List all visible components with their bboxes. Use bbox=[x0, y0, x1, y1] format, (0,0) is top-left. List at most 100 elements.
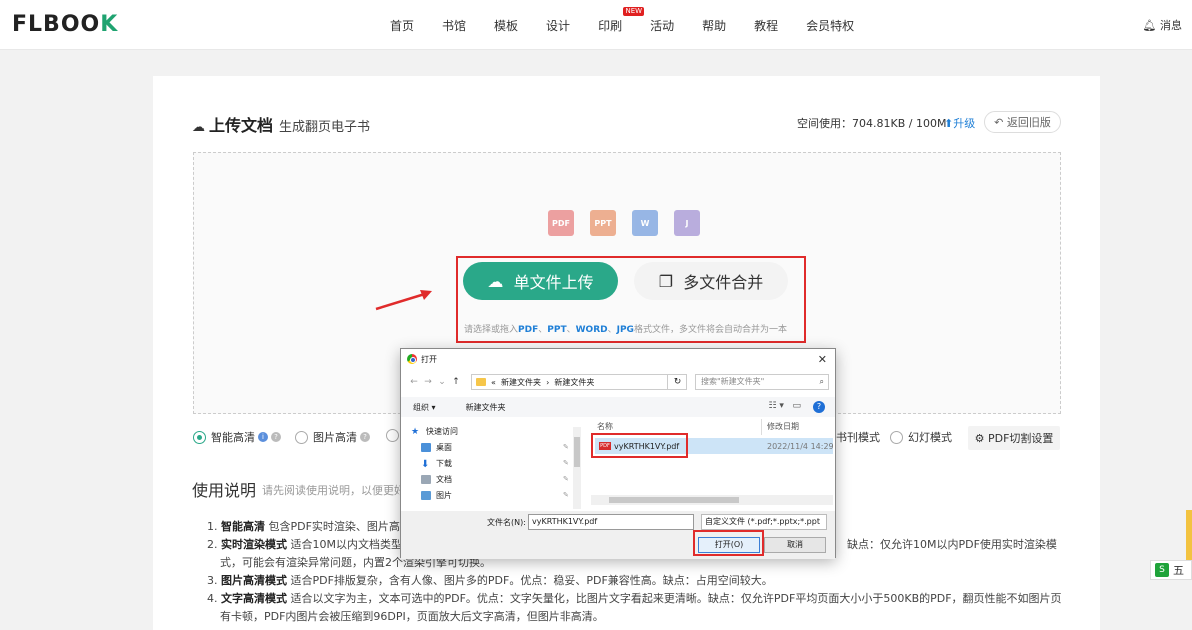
cancel-button[interactable]: 取消 bbox=[764, 537, 826, 553]
nav-documents[interactable]: 文档 ✎ bbox=[411, 471, 581, 487]
upload-hint: 请选择或拖入PDF、PPT、WORD、JPG格式文件，多文件将会自动合并为一本 bbox=[464, 325, 787, 335]
red-arrow-icon bbox=[375, 290, 432, 311]
main-nav: 首页 书馆 模板 设计 印刷 NEW 活动 帮助 教程 会员特权 bbox=[390, 0, 882, 50]
column-divider bbox=[761, 419, 762, 435]
nav-design[interactable]: 设计 bbox=[546, 17, 570, 34]
nav-home[interactable]: 首页 bbox=[390, 17, 414, 34]
jpg-icon: J bbox=[674, 210, 700, 236]
multi-merge-button[interactable]: ❐ 多文件合并 bbox=[634, 262, 788, 300]
nav-templates[interactable]: 模板 bbox=[494, 17, 518, 34]
info-icon: i bbox=[258, 432, 268, 442]
mode-smart[interactable]: 智能高清 i? bbox=[193, 429, 281, 445]
nav-membership[interactable]: 会员特权 bbox=[806, 17, 854, 34]
address-bar: ← → ⌄ ↑ « 新建文件夹 › 新建文件夹 ↻ 搜索"新建文件夹" ⌕ bbox=[401, 371, 835, 393]
dialog-titlebar: 打开 ✕ bbox=[401, 349, 835, 369]
back-arrow-icon[interactable]: ← bbox=[407, 377, 421, 387]
chrome-icon bbox=[407, 354, 417, 364]
nav-library[interactable]: 书馆 bbox=[442, 17, 466, 34]
pdf-cut-button[interactable]: ⚙ PDF切割设置 bbox=[968, 426, 1060, 450]
cloud-upload-icon: ☁ bbox=[192, 120, 205, 135]
title-main: 上传文档 bbox=[209, 116, 274, 135]
filename-input[interactable]: vyKRTHK1VY.pdf bbox=[528, 514, 694, 530]
nav-pane: ★ 快速访问 桌面 ✎ ⬇ 下载 ✎ 文档 ✎ 图片 ✎ bbox=[411, 423, 581, 509]
space-usage: 空间使用：704.81KB / 100M bbox=[797, 117, 947, 130]
usage-subtitle: 请先阅读使用说明，以便更好 bbox=[262, 484, 405, 497]
new-folder-button[interactable]: 新建文件夹 bbox=[466, 402, 506, 413]
col-header-date[interactable]: 修改日期 bbox=[767, 421, 799, 432]
list-item: 3. 图片高清模式 适合PDF排版复杂，含有人像、图片多的PDF。优点：稳妥、P… bbox=[207, 574, 773, 587]
path-box[interactable]: « 新建文件夹 › 新建文件夹 bbox=[471, 374, 687, 390]
new-badge: NEW bbox=[623, 6, 645, 16]
ppt-icon: PPT bbox=[590, 210, 616, 236]
view-icon[interactable]: ☷ ▾ ▭ bbox=[768, 401, 801, 411]
organize-menu[interactable]: 组织 ▾ bbox=[413, 402, 436, 413]
dialog-footer: 文件名(N): vyKRTHK1VY.pdf 自定义文件 (*.pdf;*.pp… bbox=[401, 511, 835, 559]
filename-label: 文件名(N): bbox=[487, 518, 526, 527]
usage-title: 使用说明 bbox=[192, 481, 257, 500]
nav-help[interactable]: 帮助 bbox=[702, 17, 726, 34]
copy-icon: ❐ bbox=[658, 271, 674, 291]
up-arrow-icon[interactable]: ↑ bbox=[449, 377, 463, 387]
download-icon: ⬇ bbox=[421, 458, 430, 470]
top-navbar: FLBOOK 首页 书馆 模板 设计 印刷 NEW 活动 帮助 教程 会员特权 🔔… bbox=[0, 0, 1192, 50]
side-strip bbox=[1186, 510, 1192, 560]
pdf-icon: PDF bbox=[548, 210, 574, 236]
pin-icon: ✎ bbox=[563, 459, 569, 467]
dialog-toolbar: 组织 ▾ 新建文件夹 ☷ ▾ ▭ ? bbox=[401, 397, 835, 417]
radio-hidden[interactable] bbox=[386, 429, 399, 442]
dropdown-icon[interactable]: ⌄ bbox=[435, 377, 449, 387]
nav-quick-access[interactable]: ★ 快速访问 bbox=[411, 423, 581, 439]
ime-icon: S bbox=[1155, 563, 1169, 577]
flbook-logo[interactable]: FLBOOK bbox=[12, 12, 118, 37]
ime-toolbar[interactable]: S五 bbox=[1150, 560, 1192, 580]
close-icon[interactable]: ✕ bbox=[818, 353, 827, 366]
gear-icon: ⚙ bbox=[974, 431, 985, 445]
file-type-icons: PDF PPT W J bbox=[548, 210, 716, 236]
pin-icon: ✎ bbox=[563, 475, 569, 483]
refresh-icon[interactable]: ↻ bbox=[667, 374, 687, 390]
help-icon[interactable]: ? bbox=[813, 401, 825, 413]
highlight-box-file bbox=[591, 433, 688, 458]
word-icon: W bbox=[632, 210, 658, 236]
list-item: 4. 文字高清模式 适合以文字为主，文本可选中的PDF。优点：文字矢量化，比图片… bbox=[207, 592, 1062, 605]
page-title: ☁ 上传文档 生成翻页电子书 bbox=[192, 112, 370, 136]
radio-slide[interactable] bbox=[890, 430, 903, 444]
old-version-button[interactable]: ↶ 返回旧版 bbox=[984, 111, 1061, 133]
upgrade-link[interactable]: ⬆升级 bbox=[944, 115, 975, 131]
nav-pictures[interactable]: 图片 ✎ bbox=[411, 487, 581, 503]
upgrade-icon: ⬆ bbox=[944, 117, 954, 130]
pin-icon: ✎ bbox=[563, 443, 569, 451]
help-icon: ? bbox=[360, 432, 370, 442]
back-icon: ↶ bbox=[994, 115, 1004, 129]
vertical-scrollbar[interactable] bbox=[573, 427, 581, 509]
nav-events[interactable]: 活动 bbox=[650, 17, 674, 34]
mode-magazine[interactable]: 书刊模式 bbox=[836, 429, 880, 445]
desktop-icon bbox=[421, 442, 431, 452]
document-icon bbox=[421, 474, 431, 484]
pin-icon: ✎ bbox=[563, 491, 569, 499]
star-icon: ★ bbox=[411, 426, 420, 437]
folder-icon bbox=[476, 378, 486, 386]
radio-smart[interactable] bbox=[193, 430, 206, 444]
forward-arrow-icon[interactable]: → bbox=[421, 377, 435, 387]
nav-downloads[interactable]: ⬇ 下载 ✎ bbox=[411, 455, 581, 471]
col-header-name[interactable]: 名称 bbox=[597, 421, 613, 432]
nav-desktop[interactable]: 桌面 ✎ bbox=[411, 439, 581, 455]
list-item-cont: 有卡顿，PDF内图片会被压缩到96DPI，页面放大后文字高清，但图片非高清。 bbox=[220, 610, 604, 623]
cloud-upload-icon: ☁ bbox=[487, 271, 504, 291]
file-type-select[interactable]: 自定义文件 (*.pdf;*.pptx;*.ppt bbox=[701, 514, 827, 530]
nav-print[interactable]: 印刷 NEW bbox=[598, 6, 645, 34]
picture-icon bbox=[421, 490, 431, 500]
radio-image[interactable] bbox=[295, 430, 308, 444]
mode-slide[interactable]: 幻灯模式 bbox=[890, 429, 952, 445]
help-icon: ? bbox=[271, 432, 281, 442]
highlight-box-open bbox=[693, 530, 764, 556]
mode-image[interactable]: 图片高清? bbox=[295, 429, 370, 445]
search-input[interactable]: 搜索"新建文件夹" ⌕ bbox=[695, 374, 829, 390]
messages-link[interactable]: 🔔︎ 消息 bbox=[1143, 17, 1182, 33]
nav-tutorials[interactable]: 教程 bbox=[754, 17, 778, 34]
search-icon: ⌕ bbox=[819, 377, 824, 386]
single-upload-button[interactable]: ☁ 单文件上传 bbox=[463, 262, 618, 300]
title-sub: 生成翻页电子书 bbox=[279, 120, 371, 135]
horizontal-scrollbar[interactable] bbox=[591, 495, 833, 505]
